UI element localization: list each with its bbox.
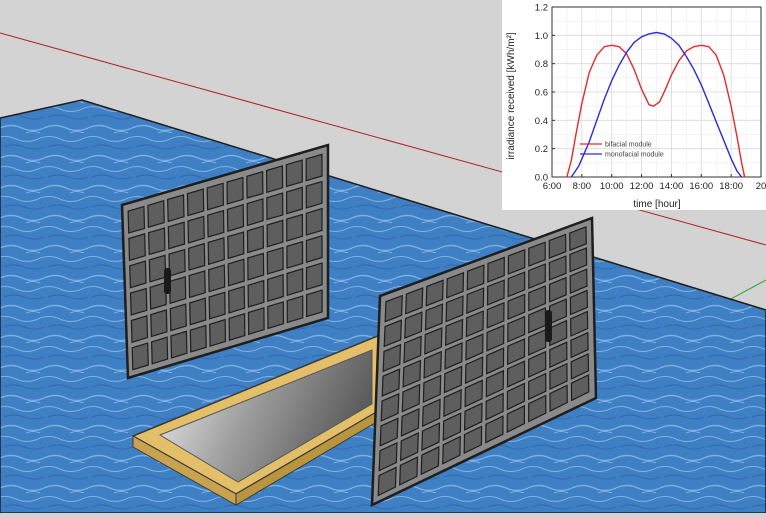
- solar-cell: [189, 297, 207, 326]
- solar-cell: [129, 287, 148, 316]
- x-tick-label: 14:00: [660, 181, 684, 192]
- solar-cell: [168, 276, 187, 305]
- solar-cell: [246, 170, 264, 199]
- solar-cell: [149, 281, 167, 310]
- solar-cell: [305, 207, 323, 236]
- solar-cell: [305, 234, 323, 264]
- legend-entry: monofacial module: [605, 152, 664, 159]
- y-tick-label: 0.0: [535, 173, 548, 184]
- solar-cell: [247, 279, 265, 308]
- solar-cell: [186, 188, 205, 217]
- y-tick-label: 0.2: [535, 144, 548, 155]
- solar-cell: [187, 215, 205, 244]
- solar-cell: [167, 221, 186, 250]
- y-tick-label: 0.6: [535, 88, 548, 99]
- x-tick-label: 10:00: [600, 181, 624, 192]
- solar-cell: [285, 159, 303, 188]
- solar-cell: [266, 192, 284, 221]
- x-tick-label: 8:00: [573, 181, 592, 192]
- solar-cell: [227, 258, 245, 287]
- x-tick-label: 12:00: [630, 181, 654, 192]
- solar-cell: [188, 270, 206, 299]
- x-tick-label: 16:00: [689, 181, 713, 192]
- solar-cell: [129, 260, 147, 289]
- solar-cell: [246, 198, 264, 227]
- solar-cell: [305, 153, 323, 182]
- solar-cell: [150, 309, 168, 338]
- solar-cell: [226, 203, 245, 233]
- solar-cell: [131, 342, 149, 371]
- solar-cell: [228, 312, 246, 342]
- solar-cell: [208, 264, 226, 293]
- solar-cell: [286, 295, 304, 324]
- solar-cell: [227, 231, 245, 260]
- x-tick-label: 18:00: [719, 181, 743, 192]
- x-axis-title: time [hour]: [633, 199, 680, 210]
- irradiance-chart: 6:00 8:00 10:00 12:00 14:00 16:00 18:00 20 0.0 0.…: [502, 0, 766, 210]
- solar-cell: [130, 314, 149, 344]
- legend-entry: bifacial module: [605, 142, 652, 149]
- solar-cell: [169, 303, 187, 332]
- solar-cell: [147, 199, 165, 228]
- solar-cell: [286, 267, 304, 297]
- solar-cell: [305, 262, 323, 291]
- chart-canvas: 6:00 8:00 10:00 12:00 14:00 16:00 18:00 200.00.…: [506, 3, 766, 211]
- solar-cell: [247, 252, 265, 281]
- solar-cell: [209, 318, 227, 347]
- solar-cell: [267, 301, 285, 330]
- solar-cell: [207, 236, 225, 266]
- solar-cell: [306, 289, 323, 318]
- solar-cell: [166, 194, 185, 223]
- solar-cell: [187, 242, 206, 271]
- solar-cell: [147, 227, 166, 256]
- x-tick-label: 20: [756, 181, 766, 192]
- y-axis-title: irradiance received [kWh/m²]: [506, 32, 517, 159]
- solar-cell: [170, 330, 188, 359]
- y-tick-label: 0.8: [535, 59, 548, 70]
- solar-cell: [226, 176, 244, 205]
- solar-cell: [168, 248, 186, 277]
- solar-cell: [285, 186, 304, 215]
- solar-cell: [246, 225, 265, 254]
- y-tick-label: 0.4: [535, 116, 548, 127]
- scene-stage: 6:00 8:00 10:00 12:00 14:00 16:00 18:00 20 0.0 0.…: [0, 0, 766, 514]
- solar-cell: [128, 233, 146, 262]
- junction-box-icon: [164, 268, 171, 294]
- solar-cell: [266, 273, 284, 303]
- solar-cell: [127, 205, 146, 234]
- solar-cell: [228, 285, 246, 314]
- solar-cell: [305, 180, 323, 209]
- solar-cell: [266, 246, 284, 275]
- solar-cell: [286, 213, 304, 242]
- solar-cell: [247, 306, 265, 336]
- solar-cell: [207, 209, 225, 238]
- solar-cell: [265, 165, 284, 194]
- solar-cell: [150, 336, 169, 365]
- solar-cell: [148, 254, 167, 283]
- solar-cell: [189, 324, 207, 353]
- solar-cell: [208, 291, 226, 320]
- solar-cell: [286, 240, 304, 269]
- solar-cell: [206, 182, 225, 211]
- junction-box-icon: [545, 310, 552, 342]
- chart-legend: bifacial module monofacial module: [580, 142, 664, 159]
- y-tick-label: 1.2: [535, 3, 548, 14]
- solar-cell: [266, 219, 284, 248]
- y-tick-label: 1.0: [535, 31, 548, 42]
